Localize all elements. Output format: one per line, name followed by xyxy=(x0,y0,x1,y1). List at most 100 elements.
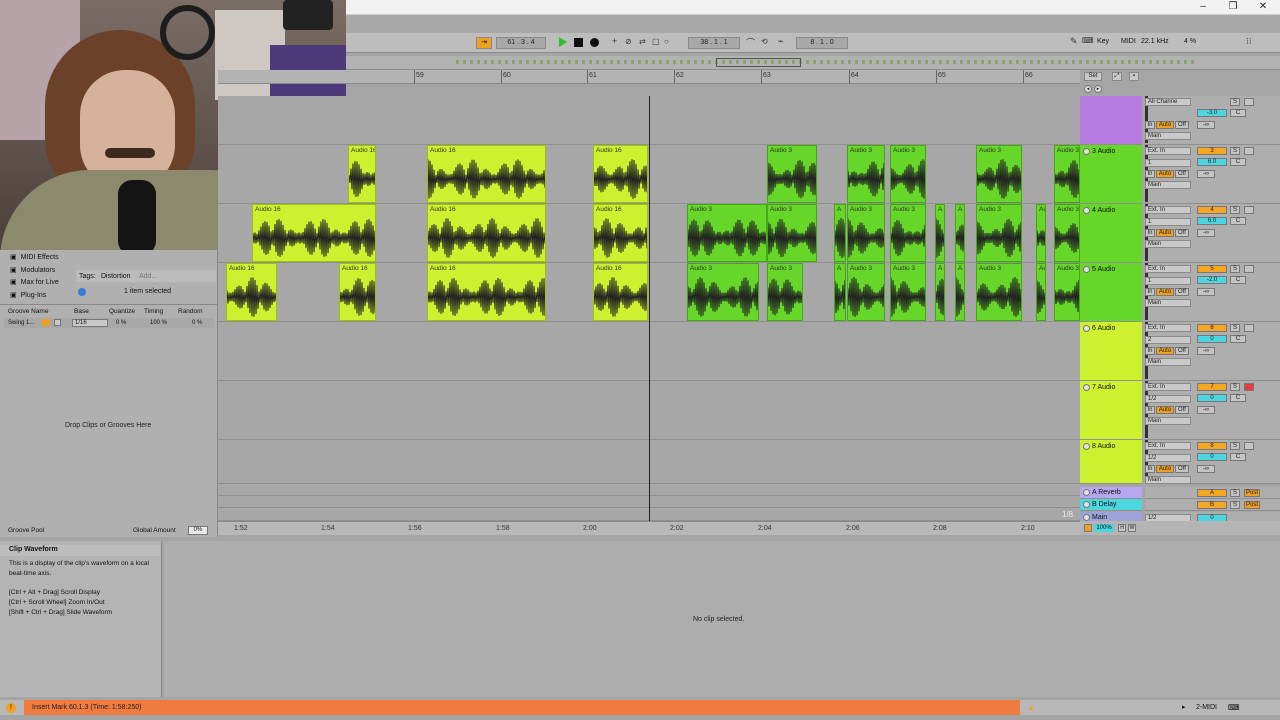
detail-view[interactable]: No clip selected. xyxy=(164,541,1280,697)
audio-clip[interactable]: Audio 16 xyxy=(593,263,648,321)
solo-button[interactable]: S xyxy=(1230,324,1240,332)
audio-clip[interactable]: Audio 3 xyxy=(890,204,926,262)
output-select[interactable]: Main xyxy=(1145,358,1191,366)
track-fold-icon[interactable] xyxy=(1083,384,1090,391)
pan-field[interactable]: C xyxy=(1230,109,1246,117)
arm-icon[interactable] xyxy=(1244,147,1254,155)
audio-clip[interactable]: Audio 3 xyxy=(687,204,767,262)
groove-row[interactable]: Swing 1... 1/16 0 % 100 % 0 % xyxy=(4,318,214,328)
global-amount-field[interactable]: 0% xyxy=(188,526,208,535)
monitor-in[interactable]: In xyxy=(1145,465,1155,473)
record-icon[interactable] xyxy=(590,38,599,47)
col-timing[interactable]: Timing xyxy=(144,308,163,315)
return-fold-icon[interactable] xyxy=(1083,501,1090,508)
midi-arrow-icon[interactable]: ▸ xyxy=(1182,703,1186,711)
monitor-auto[interactable]: Auto xyxy=(1156,121,1174,129)
forward-icon[interactable]: ▸ xyxy=(1094,85,1102,93)
solo-button[interactable]: S xyxy=(1230,147,1240,155)
input-channel-select[interactable]: 1/2 xyxy=(1145,395,1191,403)
track-fold-icon[interactable] xyxy=(1083,443,1090,450)
return-activator[interactable]: A xyxy=(1197,489,1227,497)
follow-button[interactable]: ⇥ xyxy=(476,37,492,49)
audio-clip[interactable]: A xyxy=(834,204,846,262)
midi-map-button[interactable]: MIDI xyxy=(1121,38,1136,45)
groove-base-select[interactable]: 1/16 xyxy=(72,319,108,327)
input-type-select[interactable]: Ext. In xyxy=(1145,147,1191,155)
input-channel-select[interactable]: 1/2 xyxy=(1145,454,1191,462)
audio-clip[interactable]: Audio 16 xyxy=(593,145,648,203)
monitor-off[interactable]: Off xyxy=(1175,347,1189,355)
output-select[interactable]: Main xyxy=(1145,417,1191,425)
key-map-button[interactable]: Key xyxy=(1097,38,1109,45)
groove-timing[interactable]: 100 % xyxy=(150,320,167,326)
input-type-select[interactable]: Ext. In xyxy=(1145,324,1191,332)
pan-field[interactable]: C xyxy=(1230,217,1246,225)
input-channel-select[interactable]: 1 xyxy=(1145,277,1191,285)
audio-clip[interactable]: Audio 3 xyxy=(976,145,1022,203)
monitor-auto[interactable]: Auto xyxy=(1156,406,1174,414)
arm-icon[interactable] xyxy=(1244,383,1254,391)
loop-switch-icon[interactable]: ⟲ xyxy=(761,37,768,46)
track-header[interactable] xyxy=(1080,96,1142,145)
track-fold-icon[interactable] xyxy=(1083,207,1090,214)
send-field[interactable]: -∞ xyxy=(1197,288,1215,296)
automation-arm-icon[interactable]: ⊘ xyxy=(625,37,632,46)
send-field[interactable]: -∞ xyxy=(1197,347,1215,355)
close-icon[interactable]: ✕ xyxy=(1256,1,1270,13)
position-field[interactable]: 61 . 3 . 4 xyxy=(496,37,546,49)
monitor-in[interactable]: In xyxy=(1145,121,1155,129)
audio-clip[interactable]: Audio 3 xyxy=(890,263,926,321)
track-header[interactable]: 7 Audio xyxy=(1080,381,1142,440)
monitor-auto[interactable]: Auto xyxy=(1156,347,1174,355)
track-activator[interactable]: 5 xyxy=(1197,265,1227,273)
capture-icon[interactable]: ▢ xyxy=(652,37,660,46)
arrangement-view[interactable]: Audio 16 Audio 16 Audio 16 Audio 3 Audio 3 Au… xyxy=(218,96,1080,521)
volume-field[interactable]: -3.0 xyxy=(1197,109,1227,117)
monitor-in[interactable]: In xyxy=(1145,347,1155,355)
audio-clip[interactable]: Audio 3 xyxy=(767,145,817,203)
solo-button[interactable]: S xyxy=(1230,383,1240,391)
track-header[interactable]: 6 Audio xyxy=(1080,322,1142,381)
track-fold-icon[interactable] xyxy=(1083,266,1090,273)
input-channel-select[interactable]: 1 xyxy=(1145,159,1191,167)
audio-clip[interactable]: Au xyxy=(1036,263,1046,321)
monitor-off[interactable]: Off xyxy=(1175,465,1189,473)
return-track[interactable]: B Delay xyxy=(1080,499,1142,511)
time-ruler[interactable]: 1:52 1:54 1:56 1:58 2:00 2:02 2:04 2:06 2:08 2:10 xyxy=(218,521,1080,535)
monitor-off[interactable]: Off xyxy=(1175,406,1189,414)
monitor-in[interactable]: In xyxy=(1145,229,1155,237)
monitor-off[interactable]: Off xyxy=(1175,288,1189,296)
output-select[interactable]: Main xyxy=(1145,132,1191,140)
audio-clip[interactable]: Audio 3 xyxy=(976,204,1022,262)
tag-add[interactable]: Add... xyxy=(139,273,157,280)
volume-field[interactable]: 0 xyxy=(1197,394,1227,402)
volume-field[interactable]: 0 xyxy=(1197,335,1227,343)
return-fold-icon[interactable] xyxy=(1083,514,1090,521)
back-icon[interactable]: ◂ xyxy=(1084,85,1092,93)
input-channel-select[interactable]: 2 xyxy=(1145,336,1191,344)
zoom-field[interactable]: 100% xyxy=(1094,524,1114,532)
audio-clip[interactable]: Audio 16 xyxy=(226,263,277,321)
audio-clip[interactable]: Audio 16 xyxy=(252,204,376,262)
send-field[interactable]: -∞ xyxy=(1197,229,1215,237)
monitor-auto[interactable]: Auto xyxy=(1156,229,1174,237)
col-quantize[interactable]: Quantize xyxy=(109,308,135,315)
return-fold-icon[interactable] xyxy=(1083,489,1090,496)
pan-field[interactable]: C xyxy=(1230,335,1246,343)
audio-clip[interactable]: Audio 3 xyxy=(847,204,885,262)
input-type-select[interactable]: Ext. In xyxy=(1145,383,1191,391)
play-icon[interactable] xyxy=(559,37,567,47)
return-solo[interactable]: S xyxy=(1230,501,1240,509)
punch-icon[interactable]: ⌁ xyxy=(778,36,783,47)
audio-clip[interactable]: Au xyxy=(1036,204,1046,262)
expand-icon[interactable]: ⤢ xyxy=(1112,72,1122,81)
solo-button[interactable]: S xyxy=(1230,206,1240,214)
arrangement-overview[interactable] xyxy=(346,56,1280,70)
audio-clip[interactable]: A xyxy=(955,204,965,262)
volume-field[interactable]: 6.0 xyxy=(1197,217,1227,225)
audio-clip[interactable]: A xyxy=(834,263,846,321)
volume-field[interactable]: 6.0 xyxy=(1197,158,1227,166)
track-header[interactable]: 5 Audio xyxy=(1080,263,1142,322)
return-activator[interactable]: B xyxy=(1197,501,1227,509)
return-track[interactable]: A Reverb xyxy=(1080,487,1142,499)
